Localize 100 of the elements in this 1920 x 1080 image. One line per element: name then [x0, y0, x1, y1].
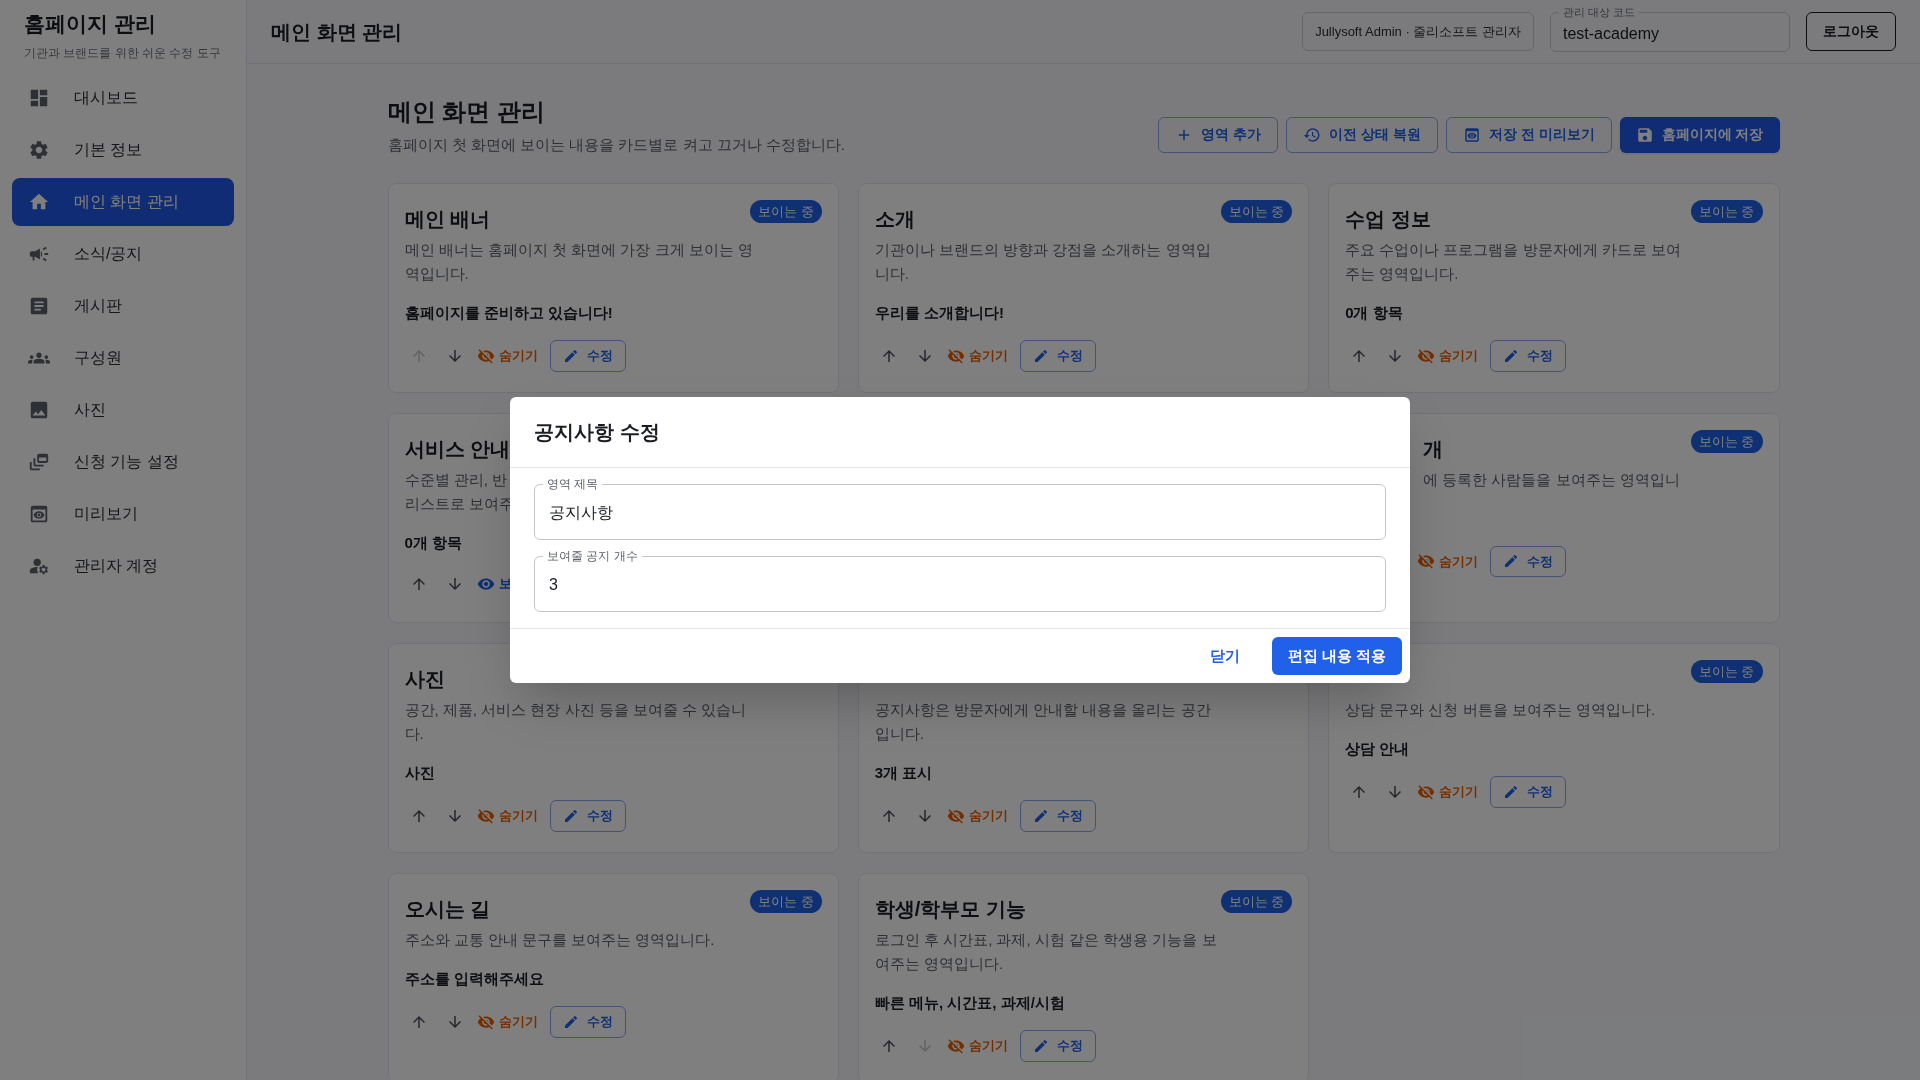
- card-title: 학생/학부모 기능: [874, 896, 1026, 922]
- status-badge: 보이는 중: [1220, 199, 1293, 223]
- card-summary: 0개 항목: [404, 532, 463, 553]
- card-description: 메인 배너는 홈페이지 첫 화면에 가장 크게 보이는 영역입니다.: [404, 239, 754, 284]
- page-header-title: 메인 화면 관리: [271, 19, 403, 45]
- eye-off-icon: [946, 806, 965, 825]
- nav-item[interactable]: 미리보기: [12, 489, 234, 538]
- pencil-icon: [1032, 807, 1049, 824]
- nav-item[interactable]: 대시보드: [12, 73, 234, 122]
- eye-off-icon: [476, 346, 495, 365]
- eye-off-icon: [476, 806, 495, 825]
- app-subtitle: 기관과 브랜드를 위한 쉬운 수정 도구: [24, 44, 222, 62]
- status-badge: 보이는 중: [1690, 429, 1763, 453]
- nav-item[interactable]: 신청 기능 설정: [12, 437, 234, 486]
- card-title: 수업 정보: [1345, 206, 1431, 232]
- logout-button[interactable]: 로그아웃: [1806, 12, 1896, 51]
- card-description: 에 등록한 사람들을 보여주는 영역입니: [1422, 469, 1681, 490]
- nav-item[interactable]: 관리자 계정: [12, 541, 234, 590]
- close-button[interactable]: 닫기: [1193, 636, 1256, 676]
- eye-off-icon: [1417, 552, 1436, 571]
- preview-icon: [1462, 125, 1481, 144]
- hide-button[interactable]: 숨기기: [476, 346, 538, 366]
- hide-button[interactable]: 숨기기: [476, 806, 538, 826]
- field-label: 영역 제목: [543, 476, 603, 491]
- card-title: 서비스 안내: [404, 436, 511, 462]
- field-label: 보여줄 공지 개수: [543, 548, 642, 563]
- edit-button[interactable]: 수정: [1490, 776, 1567, 808]
- card-description: 공간, 제품, 서비스 현장 사진 등을 보여줄 수 있습니다.: [404, 699, 748, 744]
- status-badge: 보이는 중: [750, 889, 822, 913]
- card-summary: 0개 항목: [1345, 302, 1404, 323]
- card-summary: 홈페이지를 준비하고 있습니다!: [404, 302, 614, 323]
- toolbar-button[interactable]: 홈페이지에 저장: [1619, 116, 1780, 153]
- card-description: 상담 문구와 신청 버튼을 보여주는 영역입니다.: [1345, 699, 1657, 720]
- nav-item[interactable]: 소식/공지: [12, 229, 234, 278]
- card-summary: 우리를 소개합니다!: [874, 302, 1005, 323]
- card-description: 주소와 교통 안내 문구를 보여주는 영역입니다.: [404, 929, 716, 950]
- pencil-icon: [1503, 553, 1520, 570]
- card-description: 주요 수업이나 프로그램을 방문자에게 카드로 보여주는 영역입니다.: [1345, 239, 1682, 284]
- hide-button[interactable]: 숨기기: [1417, 346, 1479, 366]
- eye-off-icon: [1417, 346, 1436, 365]
- field-label: 관리 대상 코드: [1559, 4, 1640, 19]
- edit-button[interactable]: 수정: [1019, 1030, 1096, 1062]
- card-title: 오시는 길: [404, 896, 491, 922]
- card-summary: 3개 표시: [874, 762, 934, 783]
- eye-off-icon: [476, 1012, 495, 1031]
- apply-button[interactable]: 편집 내용 적용: [1271, 636, 1402, 676]
- dialog-title: 공지사항 수정: [534, 420, 660, 443]
- card-description: 기관이나 브랜드의 방향과 강점을 소개하는 영역입니다.: [874, 239, 1212, 284]
- hide-button[interactable]: 숨기기: [946, 1036, 1008, 1056]
- history-icon: [1303, 125, 1322, 144]
- pencil-icon: [562, 347, 579, 364]
- status-badge: 보이는 중: [1690, 659, 1763, 683]
- edit-button[interactable]: 수정: [1490, 545, 1567, 577]
- pencil-icon: [562, 1013, 579, 1030]
- status-badge: 보이는 중: [1220, 889, 1293, 913]
- hide-button[interactable]: 숨기기: [1417, 551, 1479, 571]
- toolbar-button[interactable]: 저장 전 미리보기: [1445, 116, 1612, 153]
- eye-off-icon: [1417, 782, 1436, 801]
- edit-button[interactable]: 수정: [1019, 340, 1096, 372]
- pencil-icon: [1032, 1037, 1049, 1054]
- card-title: 소개: [874, 206, 915, 232]
- pencil-icon: [1503, 783, 1520, 800]
- eye-icon: [476, 575, 495, 593]
- card-description: 공지사항은 방문자에게 안내할 내용을 올리는 공간입니다.: [874, 699, 1212, 744]
- eye-off-icon: [946, 1036, 965, 1055]
- edit-button[interactable]: 수정: [549, 340, 626, 372]
- hide-button[interactable]: 숨기기: [1417, 782, 1479, 802]
- edit-button[interactable]: 수정: [1490, 340, 1567, 372]
- edit-button[interactable]: 수정: [549, 800, 626, 832]
- status-badge: 보이는 중: [750, 199, 822, 223]
- card-summary: 빠른 메뉴, 시간표, 과제/시험: [874, 992, 1066, 1013]
- edit-button[interactable]: 수정: [1019, 800, 1096, 832]
- toolbar-button[interactable]: 영역 추가: [1158, 116, 1279, 153]
- page-title: 메인 화면 관리: [387, 97, 546, 127]
- edit-button[interactable]: 수정: [549, 1006, 626, 1038]
- pencil-icon: [1032, 347, 1049, 364]
- show-button[interactable]: 보: [476, 574, 512, 594]
- card-summary: 상담 안내: [1345, 738, 1411, 759]
- toolbar-button[interactable]: 이전 상태 복원: [1286, 116, 1438, 153]
- card-title: 개: [1422, 436, 1444, 462]
- hide-button[interactable]: 숨기기: [946, 806, 1008, 826]
- nav-item[interactable]: 구성원: [12, 333, 234, 382]
- hide-button[interactable]: 숨기기: [476, 1012, 538, 1032]
- pencil-icon: [1503, 347, 1520, 364]
- hide-button[interactable]: 숨기기: [946, 346, 1008, 366]
- card-title: 메인 배너: [404, 206, 491, 232]
- pencil-icon: [562, 807, 579, 824]
- page-subtitle: 홈페이지 첫 화면에 보이는 내용을 카드별로 켜고 끄거나 수정합니다.: [387, 135, 845, 155]
- nav-item[interactable]: 게시판: [12, 281, 234, 330]
- nav-item[interactable]: 사진: [12, 385, 234, 434]
- card-description: 로그인 후 시간표, 과제, 시험 같은 학생용 기능을 보여주는 영역입니다.: [874, 929, 1218, 974]
- card-title: 사진: [404, 666, 445, 692]
- status-badge: 보이는 중: [1690, 199, 1763, 223]
- nav-item[interactable]: 기본 정보: [12, 125, 234, 174]
- card-summary: 사진: [404, 762, 436, 783]
- app-title: 홈페이지 관리: [24, 11, 157, 37]
- card-summary: 주소를 입력해주세요: [404, 968, 545, 989]
- gear-icon: [28, 138, 50, 161]
- card-description-line: 수준별 관리, 반: [404, 469, 507, 490]
- nav-item[interactable]: 메인 화면 관리: [12, 177, 234, 226]
